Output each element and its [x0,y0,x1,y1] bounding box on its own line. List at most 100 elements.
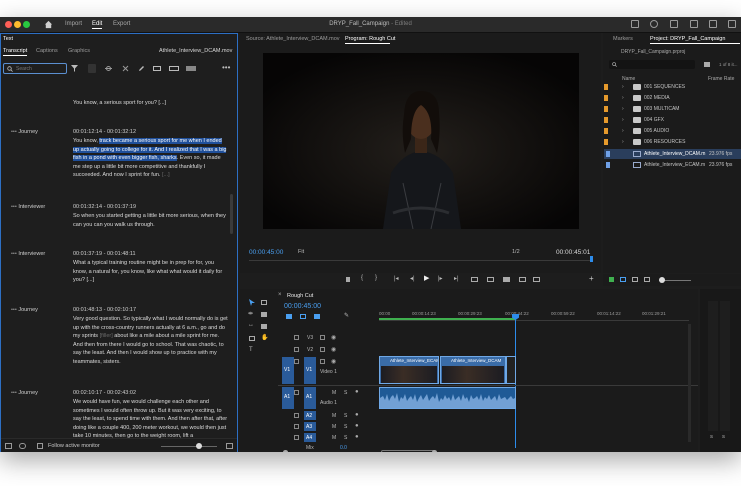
chevron-right-icon[interactable]: › [622,139,624,145]
new-bin-icon[interactable] [704,62,710,67]
meter-solo-left[interactable]: S [710,434,713,439]
project-item-4[interactable]: 004 GFX [644,117,664,123]
type-tool-icon[interactable]: T [249,347,253,353]
pause-icon[interactable] [88,64,96,73]
chat-icon[interactable] [690,20,698,28]
program-playhead[interactable] [590,256,593,262]
workspace-icon[interactable] [631,20,639,28]
compare-icon[interactable] [519,277,526,282]
snap-icon[interactable] [286,314,292,319]
search-input[interactable]: Search [3,63,67,74]
timeline-timecode[interactable]: 00:00:45:00 [284,303,321,310]
mute-button[interactable]: M [332,413,336,419]
a1-track-target[interactable]: A1 [304,387,316,409]
program-video-frame[interactable] [263,53,579,229]
eye-icon[interactable]: ◉ [331,334,336,341]
project-item-1[interactable]: 001 SEQUENCES [644,84,685,90]
marker-icon[interactable] [346,277,350,282]
chevron-right-icon[interactable]: › [622,84,624,90]
mic-icon[interactable]: ● [355,434,359,440]
rectangle-tool-icon[interactable] [249,336,255,341]
lock-icon[interactable] [294,413,299,418]
speakers-icon[interactable] [19,443,26,449]
overwrite-clip-icon[interactable] [487,277,494,282]
timeline-zoom-handle-left[interactable] [283,450,288,452]
lock-icon[interactable] [294,347,299,352]
track-v3[interactable]: V3 [307,335,313,341]
mic-icon[interactable]: ● [355,423,359,429]
layout-icon[interactable] [670,20,678,28]
video-clip-3[interactable] [506,356,516,384]
lock-icon[interactable] [294,359,299,364]
play-icon[interactable]: ▶ [424,274,429,282]
merge-icon[interactable] [122,65,129,72]
slip-tool-icon[interactable]: ↔ [248,322,254,328]
mic-icon[interactable]: ● [355,412,359,418]
insert-icon[interactable] [153,66,161,71]
timeline-horizontal-scrollbar[interactable] [381,450,436,452]
lock-icon[interactable] [294,390,299,395]
go-to-in-icon[interactable]: |◂ [394,275,399,282]
timeline-zoom-handle-right[interactable] [432,450,437,452]
caption-icon[interactable] [186,66,196,71]
resolution-dropdown[interactable]: 1/2 [512,249,520,255]
a2-track-target[interactable]: A2 [304,411,316,420]
quick-export-icon[interactable] [650,20,658,28]
captions-icon[interactable] [5,443,12,449]
split-icon[interactable] [105,65,112,72]
filter-icon[interactable] [71,65,78,72]
out-point-icon[interactable]: } [375,275,377,281]
video-clip-1[interactable]: Athlete_Interview_ECAM [379,356,439,384]
sequence-tab[interactable]: Rough Cut [287,293,313,299]
multicam-icon[interactable] [533,277,540,282]
solo-button[interactable]: S [344,413,347,419]
program-monitor-tab[interactable]: Program: Rough Cut [345,36,395,42]
a4-track-target[interactable]: A4 [304,433,316,442]
mute-button[interactable]: M [332,435,336,441]
project-item-5[interactable]: 005 AUDIO [644,128,669,134]
lock-icon[interactable] [294,424,299,429]
sync-lock-icon[interactable] [320,359,325,364]
thumbnail-size-handle[interactable] [659,277,665,283]
overwrite-icon[interactable] [169,66,179,71]
pencil-icon[interactable] [609,277,614,282]
step-back-icon[interactable]: ◂| [410,275,415,282]
more-options-icon[interactable]: ••• [222,63,230,72]
project-item-6[interactable]: 006 RESOURCES [644,139,685,145]
settings-icon[interactable] [226,443,233,449]
mic-icon[interactable]: ● [355,389,359,395]
step-forward-icon[interactable]: |▸ [438,275,443,282]
tab-graphics[interactable]: Graphics [68,48,90,54]
insert-clip-icon[interactable] [471,277,478,282]
mute-button[interactable]: M [332,424,336,430]
solo-button[interactable]: S [344,424,347,430]
tab-transcript[interactable]: Transcript [3,48,27,54]
project-item-7[interactable]: Athlete_Interview_DCAM.m [644,151,705,157]
audio-clip[interactable] [379,387,516,409]
ripple-edit-icon[interactable]: ⇹ [248,310,253,317]
tab-captions[interactable]: Captions [36,48,58,54]
tab-markers[interactable]: Markers [613,36,633,42]
video-clip-2[interactable]: Athlete_Interview_DCAM [440,356,506,384]
program-timecode-current[interactable]: 00:00:45:00 [249,249,283,256]
a1-source-patch[interactable]: A1 [282,387,294,409]
transcript-text-1[interactable]: You know, track became a serious sport f… [73,137,228,180]
solo-button[interactable]: S [344,435,347,441]
a3-track-target[interactable]: A3 [304,422,316,431]
sync-lock-icon[interactable] [320,347,325,352]
chevron-right-icon[interactable]: › [622,128,624,134]
export-frame-icon[interactable] [503,277,510,282]
icon-view-icon[interactable] [632,277,638,282]
meter-solo-right[interactable]: S [722,434,725,439]
chevron-right-icon[interactable]: › [622,106,624,112]
selection-tool-icon[interactable] [249,299,255,306]
project-item-8[interactable]: Athlete_Interview_ECAM.m [644,162,705,168]
mute-button[interactable]: M [332,390,336,396]
timeline-vertical-scrollbar[interactable] [688,324,691,442]
source-monitor-tab[interactable]: Source: Athlete_Interview_DCAM.mov [246,36,340,42]
wrench-icon[interactable]: ✎ [344,312,349,319]
list-view-icon[interactable] [620,277,626,282]
hand-tool-icon[interactable]: ✋ [261,334,268,341]
close-sequence-icon[interactable]: × [278,292,282,298]
panel-icon[interactable] [728,20,736,28]
